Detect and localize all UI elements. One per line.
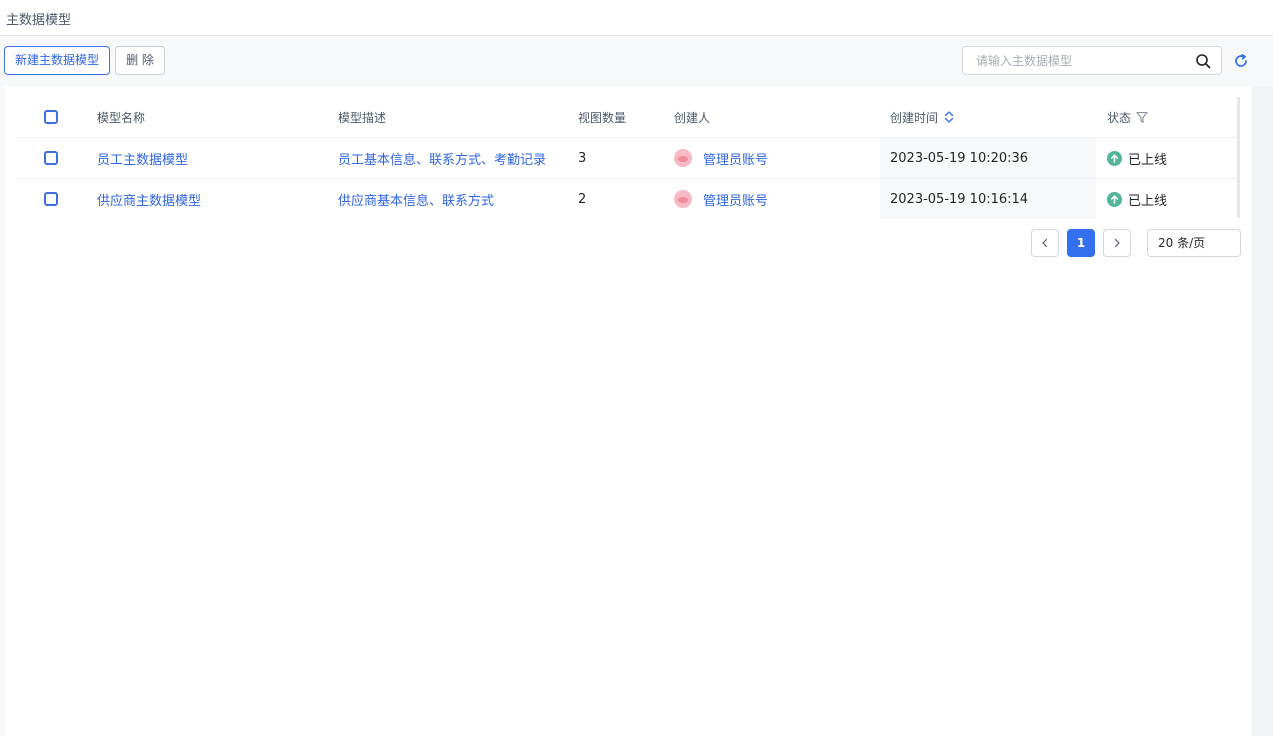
header-checkbox-cell [44,97,58,137]
column-header-view-count: 视图数量 [578,110,627,125]
sort-icon[interactable] [944,110,954,124]
delete-button[interactable]: 删 除 [115,46,165,75]
creator-cell: 管理员账号 [674,179,768,219]
creator-link[interactable]: 管理员账号 [703,149,768,168]
page-size-select[interactable]: 20 条/页 [1147,229,1241,257]
page-number-button[interactable]: 1 [1067,229,1095,257]
refresh-icon[interactable] [1233,53,1249,69]
filter-icon[interactable] [1136,111,1148,124]
model-description-link[interactable]: 供应商基本信息、联系方式 [338,179,494,219]
page-title: 主数据模型 [6,13,72,28]
row-checkbox[interactable] [44,192,58,206]
search-input[interactable] [964,48,1184,73]
model-name-link[interactable]: 员工主数据模型 [97,138,188,178]
creator-link[interactable]: 管理员账号 [703,190,768,209]
table-scrollbar[interactable] [1237,97,1240,218]
created-time-label: 创建时间 [890,110,939,125]
column-header-creator: 创建人 [674,110,711,125]
top-bar: 主数据模型 [0,0,1273,36]
search-icon[interactable] [1195,53,1211,69]
new-model-button[interactable]: 新建主数据模型 [4,46,110,75]
arrow-up-circle-icon [1107,191,1122,207]
created-time: 2023-05-19 10:16:14 [880,179,1096,219]
avatar [674,149,692,167]
view-count: 3 [578,150,587,166]
table-header: 模型名称 模型描述 视图数量 创建人 创建时间 状态 [15,97,1237,138]
created-time: 2023-05-19 10:20:36 [880,138,1096,178]
table-row: 员工主数据模型 员工基本信息、联系方式、考勤记录 3 管理员账号 2023-05… [15,138,1237,179]
column-header-description: 模型描述 [338,110,387,125]
chevron-left-icon [1042,238,1048,248]
status-cell: 已上线 [1107,179,1167,219]
column-header-name: 模型名称 [97,110,146,125]
status-text: 已上线 [1128,193,1168,209]
row-checkbox-cell [44,179,58,219]
arrow-up-circle-icon [1107,150,1122,166]
chevron-right-icon [1114,238,1120,248]
table-row: 供应商主数据模型 供应商基本信息、联系方式 2 管理员账号 2023-05-19… [15,179,1237,219]
next-page-button[interactable] [1103,229,1131,257]
row-checkbox-cell [44,138,58,178]
creator-cell: 管理员账号 [674,138,768,178]
status-text: 已上线 [1128,152,1168,168]
view-count: 2 [578,191,587,207]
model-description-link[interactable]: 员工基本信息、联系方式、考勤记录 [338,138,546,178]
status-label: 状态 [1107,110,1132,125]
column-header-created-time[interactable]: 创建时间 [880,97,1096,137]
avatar [674,190,692,208]
prev-page-button[interactable] [1031,229,1059,257]
model-name-link[interactable]: 供应商主数据模型 [97,179,201,219]
select-all-checkbox[interactable] [44,110,58,124]
right-gutter [1252,86,1273,736]
row-checkbox[interactable] [44,151,58,165]
status-cell: 已上线 [1107,138,1167,178]
toolbar: 新建主数据模型 删 除 [0,36,1273,86]
search-box [962,46,1222,75]
column-header-status[interactable]: 状态 [1107,97,1148,137]
